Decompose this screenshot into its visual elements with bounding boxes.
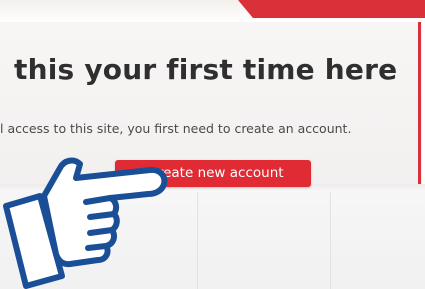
page-heading: this your first time here [14,53,398,86]
screenshot-stage: this your first time here l access to th… [0,0,425,289]
signup-description: l access to this site, you first need to… [0,121,352,136]
panel-red-edge [418,22,421,190]
top-red-ribbon [238,0,425,18]
grid-divider [330,192,331,289]
pointing-hand-icon [3,157,168,289]
grid-divider [197,192,198,289]
